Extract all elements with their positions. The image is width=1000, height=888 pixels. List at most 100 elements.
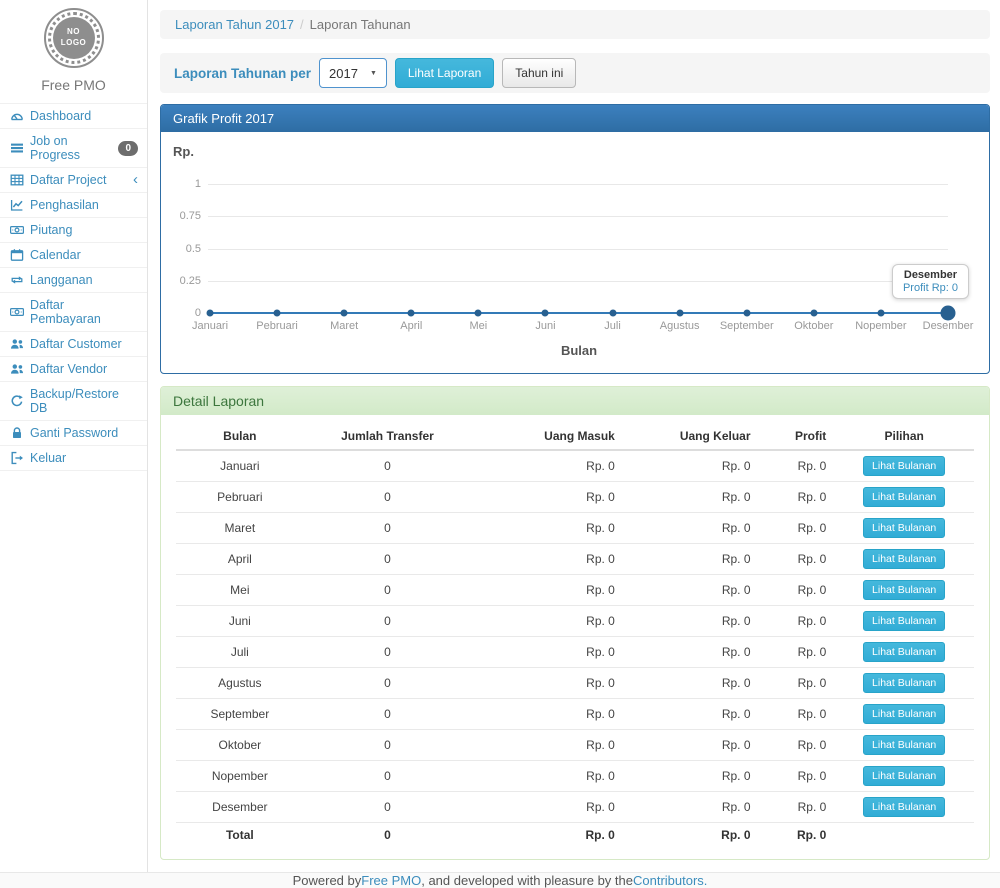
table-icon xyxy=(9,173,25,187)
lihat-bulanan-button[interactable]: Lihat Bulanan xyxy=(863,487,945,507)
sidebar-item-label: Daftar Project xyxy=(30,173,106,187)
value-cell: 0 xyxy=(304,450,472,482)
sidebar-item-backup-restore-db[interactable]: Backup/Restore DB xyxy=(0,382,147,421)
lihat-bulanan-button[interactable]: Lihat Bulanan xyxy=(863,797,945,817)
sidebar-item-daftar-pembayaran[interactable]: Daftar Pembayaran xyxy=(0,293,147,332)
x-tick-label: Juni xyxy=(535,320,555,332)
tooltip-title: Desember xyxy=(903,269,958,281)
value-cell: Rp. 0 xyxy=(471,761,623,792)
sidebar-item-keluar[interactable]: Keluar xyxy=(0,446,147,471)
value-cell: Rp. 0 xyxy=(759,575,835,606)
chart-point[interactable] xyxy=(274,310,281,317)
value-cell: Rp. 0 xyxy=(471,730,623,761)
lihat-bulanan-button[interactable]: Lihat Bulanan xyxy=(863,549,945,569)
sidebar-item-dashboard[interactable]: Dashboard xyxy=(0,104,147,129)
table-row: April0Rp. 0Rp. 0Rp. 0Lihat Bulanan xyxy=(176,544,974,575)
lihat-bulanan-button[interactable]: Lihat Bulanan xyxy=(863,735,945,755)
year-select-value: 2017 xyxy=(329,66,358,81)
count-badge: 0 xyxy=(118,141,138,156)
detail-report-panel: Detail Laporan BulanJumlah TransferUang … xyxy=(160,386,990,860)
year-select[interactable]: 2017 ▼ xyxy=(319,58,387,88)
retweet-icon xyxy=(9,273,25,287)
chart-point[interactable] xyxy=(341,310,348,317)
sidebar-item-langganan[interactable]: Langganan xyxy=(0,268,147,293)
column-header-pilihan: Pilihan xyxy=(834,423,974,450)
chart-point[interactable] xyxy=(408,310,415,317)
month-cell: Pebruari xyxy=(176,482,304,513)
value-cell: 0 xyxy=(304,761,472,792)
value-cell: Rp. 0 xyxy=(471,513,623,544)
profit-chart-panel: Grafik Profit 2017 Rp. 00.250.50.751Janu… xyxy=(160,104,990,374)
value-cell: Rp. 0 xyxy=(471,637,623,668)
month-cell: Maret xyxy=(176,513,304,544)
table-row: Pebruari0Rp. 0Rp. 0Rp. 0Lihat Bulanan xyxy=(176,482,974,513)
table-row: Juni0Rp. 0Rp. 0Rp. 0Lihat Bulanan xyxy=(176,606,974,637)
sidebar-item-piutang[interactable]: Piutang xyxy=(0,218,147,243)
footer-freepmo-link[interactable]: Free PMO xyxy=(361,873,421,888)
value-cell: Rp. 0 xyxy=(471,544,623,575)
chart-point[interactable] xyxy=(743,310,750,317)
tasks-icon xyxy=(9,141,25,155)
lihat-bulanan-button[interactable]: Lihat Bulanan xyxy=(863,704,945,724)
value-cell: Rp. 0 xyxy=(759,544,835,575)
lihat-laporan-button[interactable]: Lihat Laporan xyxy=(395,58,494,88)
lihat-bulanan-button[interactable]: Lihat Bulanan xyxy=(863,766,945,786)
dashboard-icon xyxy=(9,109,25,123)
value-cell: Rp. 0 xyxy=(759,606,835,637)
chart-point[interactable] xyxy=(542,310,549,317)
value-cell: Rp. 0 xyxy=(759,637,835,668)
column-header-jumlah-transfer: Jumlah Transfer xyxy=(304,423,472,450)
lihat-bulanan-button[interactable]: Lihat Bulanan xyxy=(863,580,945,600)
users-icon xyxy=(9,362,25,376)
lihat-bulanan-button[interactable]: Lihat Bulanan xyxy=(863,611,945,631)
chart-point[interactable] xyxy=(676,310,683,317)
value-cell: Rp. 0 xyxy=(759,761,835,792)
value-cell: Rp. 0 xyxy=(471,575,623,606)
table-row: Oktober0Rp. 0Rp. 0Rp. 0Lihat Bulanan xyxy=(176,730,974,761)
footer-text-middle: , and developed with pleasure by the xyxy=(421,873,633,888)
chart-point[interactable] xyxy=(941,306,956,321)
value-cell: 0 xyxy=(304,482,472,513)
chart-point[interactable] xyxy=(207,310,214,317)
chart-point[interactable] xyxy=(810,310,817,317)
chart-body: Rp. 00.250.50.751JanuariPebruariMaretApr… xyxy=(161,132,989,373)
lihat-bulanan-button[interactable]: Lihat Bulanan xyxy=(863,642,945,662)
sidebar-item-job-on-progress[interactable]: Job on Progress0 xyxy=(0,129,147,168)
sidebar-item-label: Langganan xyxy=(30,273,93,287)
table-row: Juli0Rp. 0Rp. 0Rp. 0Lihat Bulanan xyxy=(176,637,974,668)
sidebar-item-daftar-project[interactable]: Daftar Project‹ xyxy=(0,168,147,193)
value-cell: Rp. 0 xyxy=(623,792,759,823)
value-cell: Rp. 0 xyxy=(759,450,835,482)
sidebar-item-ganti-password[interactable]: Ganti Password xyxy=(0,421,147,446)
breadcrumb-separator: / xyxy=(300,17,304,32)
x-tick-label: Agustus xyxy=(660,320,700,332)
sidebar-item-calendar[interactable]: Calendar xyxy=(0,243,147,268)
chart-point[interactable] xyxy=(609,310,616,317)
breadcrumb-link-laporan-tahun[interactable]: Laporan Tahun 2017 xyxy=(175,17,294,32)
chart-point[interactable] xyxy=(475,310,482,317)
value-cell: Rp. 0 xyxy=(623,450,759,482)
value-cell: Rp. 0 xyxy=(623,637,759,668)
lihat-bulanan-button[interactable]: Lihat Bulanan xyxy=(863,518,945,538)
lihat-bulanan-button[interactable]: Lihat Bulanan xyxy=(863,673,945,693)
action-cell: Lihat Bulanan xyxy=(834,761,974,792)
tahun-ini-button[interactable]: Tahun ini xyxy=(502,58,576,88)
chart-point[interactable] xyxy=(877,310,884,317)
y-tick-label: 0.75 xyxy=(180,210,201,222)
x-tick-label: April xyxy=(400,320,422,332)
action-cell: Lihat Bulanan xyxy=(834,668,974,699)
sidebar-item-daftar-customer[interactable]: Daftar Customer xyxy=(0,332,147,357)
sidebar-item-penghasilan[interactable]: Penghasilan xyxy=(0,193,147,218)
footer-text: Powered by xyxy=(293,873,362,888)
sign-out-icon xyxy=(9,451,25,465)
sidebar-item-daftar-vendor[interactable]: Daftar Vendor xyxy=(0,357,147,382)
value-cell: Rp. 0 xyxy=(623,730,759,761)
lock-icon xyxy=(9,426,25,440)
lihat-bulanan-button[interactable]: Lihat Bulanan xyxy=(863,456,945,476)
sidebar-item-label: Penghasilan xyxy=(30,198,99,212)
action-cell: Lihat Bulanan xyxy=(834,699,974,730)
x-tick-label: Januari xyxy=(192,320,228,332)
footer-contributors-link[interactable]: Contributors. xyxy=(633,873,707,888)
total-value-cell: Rp. 0 xyxy=(471,823,623,848)
app-wrapper: NO LOGO Free PMO DashboardJob on Progres… xyxy=(0,0,1000,872)
